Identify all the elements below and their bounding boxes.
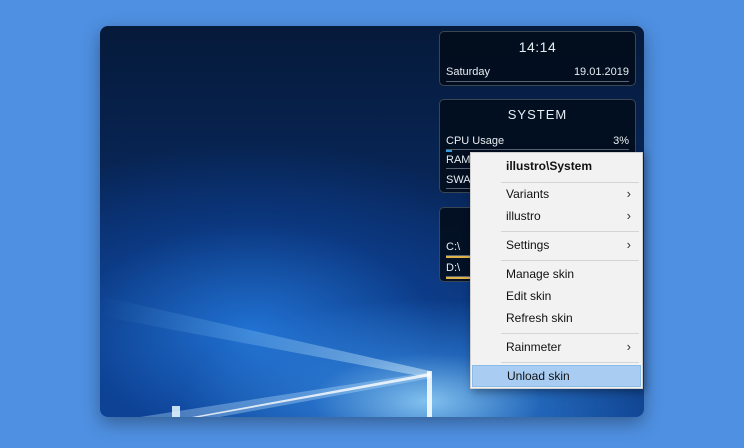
- chevron-right-icon: ›: [626, 237, 631, 252]
- menu-item-variants[interactable]: Variants ›: [472, 183, 641, 205]
- menu-separator: [501, 362, 639, 363]
- menu-item-refresh-skin[interactable]: Refresh skin: [472, 307, 641, 329]
- chevron-right-icon: ›: [626, 339, 631, 354]
- ram-label: RAM: [446, 154, 471, 166]
- cpu-usage-value: 3%: [613, 135, 629, 147]
- system-title: SYSTEM: [507, 107, 568, 122]
- menu-item-unload-skin[interactable]: Unload skin: [472, 365, 641, 387]
- skin-context-menu: illustro\System Variants › illustro › Se…: [470, 152, 643, 389]
- clock-day: Saturday: [446, 66, 491, 78]
- cpu-usage-label: CPU Usage: [446, 135, 505, 147]
- clock-widget[interactable]: 14:14 Saturday 19.01.2019: [439, 31, 636, 86]
- menu-item-illustro[interactable]: illustro ›: [472, 205, 641, 227]
- menu-item-manage-skin[interactable]: Manage skin: [472, 263, 641, 285]
- clock-time: 14:14: [518, 39, 557, 55]
- clock-date-row: Saturday 19.01.2019: [446, 66, 629, 82]
- menu-separator: [501, 333, 639, 334]
- menu-item-rainmeter[interactable]: Rainmeter ›: [472, 336, 641, 358]
- menu-item-variants-label: Variants: [506, 187, 550, 201]
- disk-c-label: C:\: [446, 241, 461, 253]
- disk-d-label: D:\: [446, 262, 461, 274]
- menu-header-skin-name[interactable]: illustro\System: [472, 155, 641, 177]
- menu-item-settings-label: Settings: [506, 238, 550, 252]
- clock-date: 19.01.2019: [573, 66, 629, 78]
- menu-separator: [501, 260, 639, 261]
- menu-item-rainmeter-label: Rainmeter: [506, 340, 562, 354]
- menu-separator: [501, 231, 639, 232]
- menu-item-illustro-label: illustro: [506, 209, 541, 223]
- cpu-usage-bar: [446, 150, 452, 152]
- chevron-right-icon: ›: [626, 208, 631, 223]
- chevron-right-icon: ›: [626, 186, 631, 201]
- menu-item-edit-skin[interactable]: Edit skin: [472, 285, 641, 307]
- cpu-usage-row: CPU Usage 3%: [446, 135, 629, 150]
- menu-item-settings[interactable]: Settings ›: [472, 234, 641, 256]
